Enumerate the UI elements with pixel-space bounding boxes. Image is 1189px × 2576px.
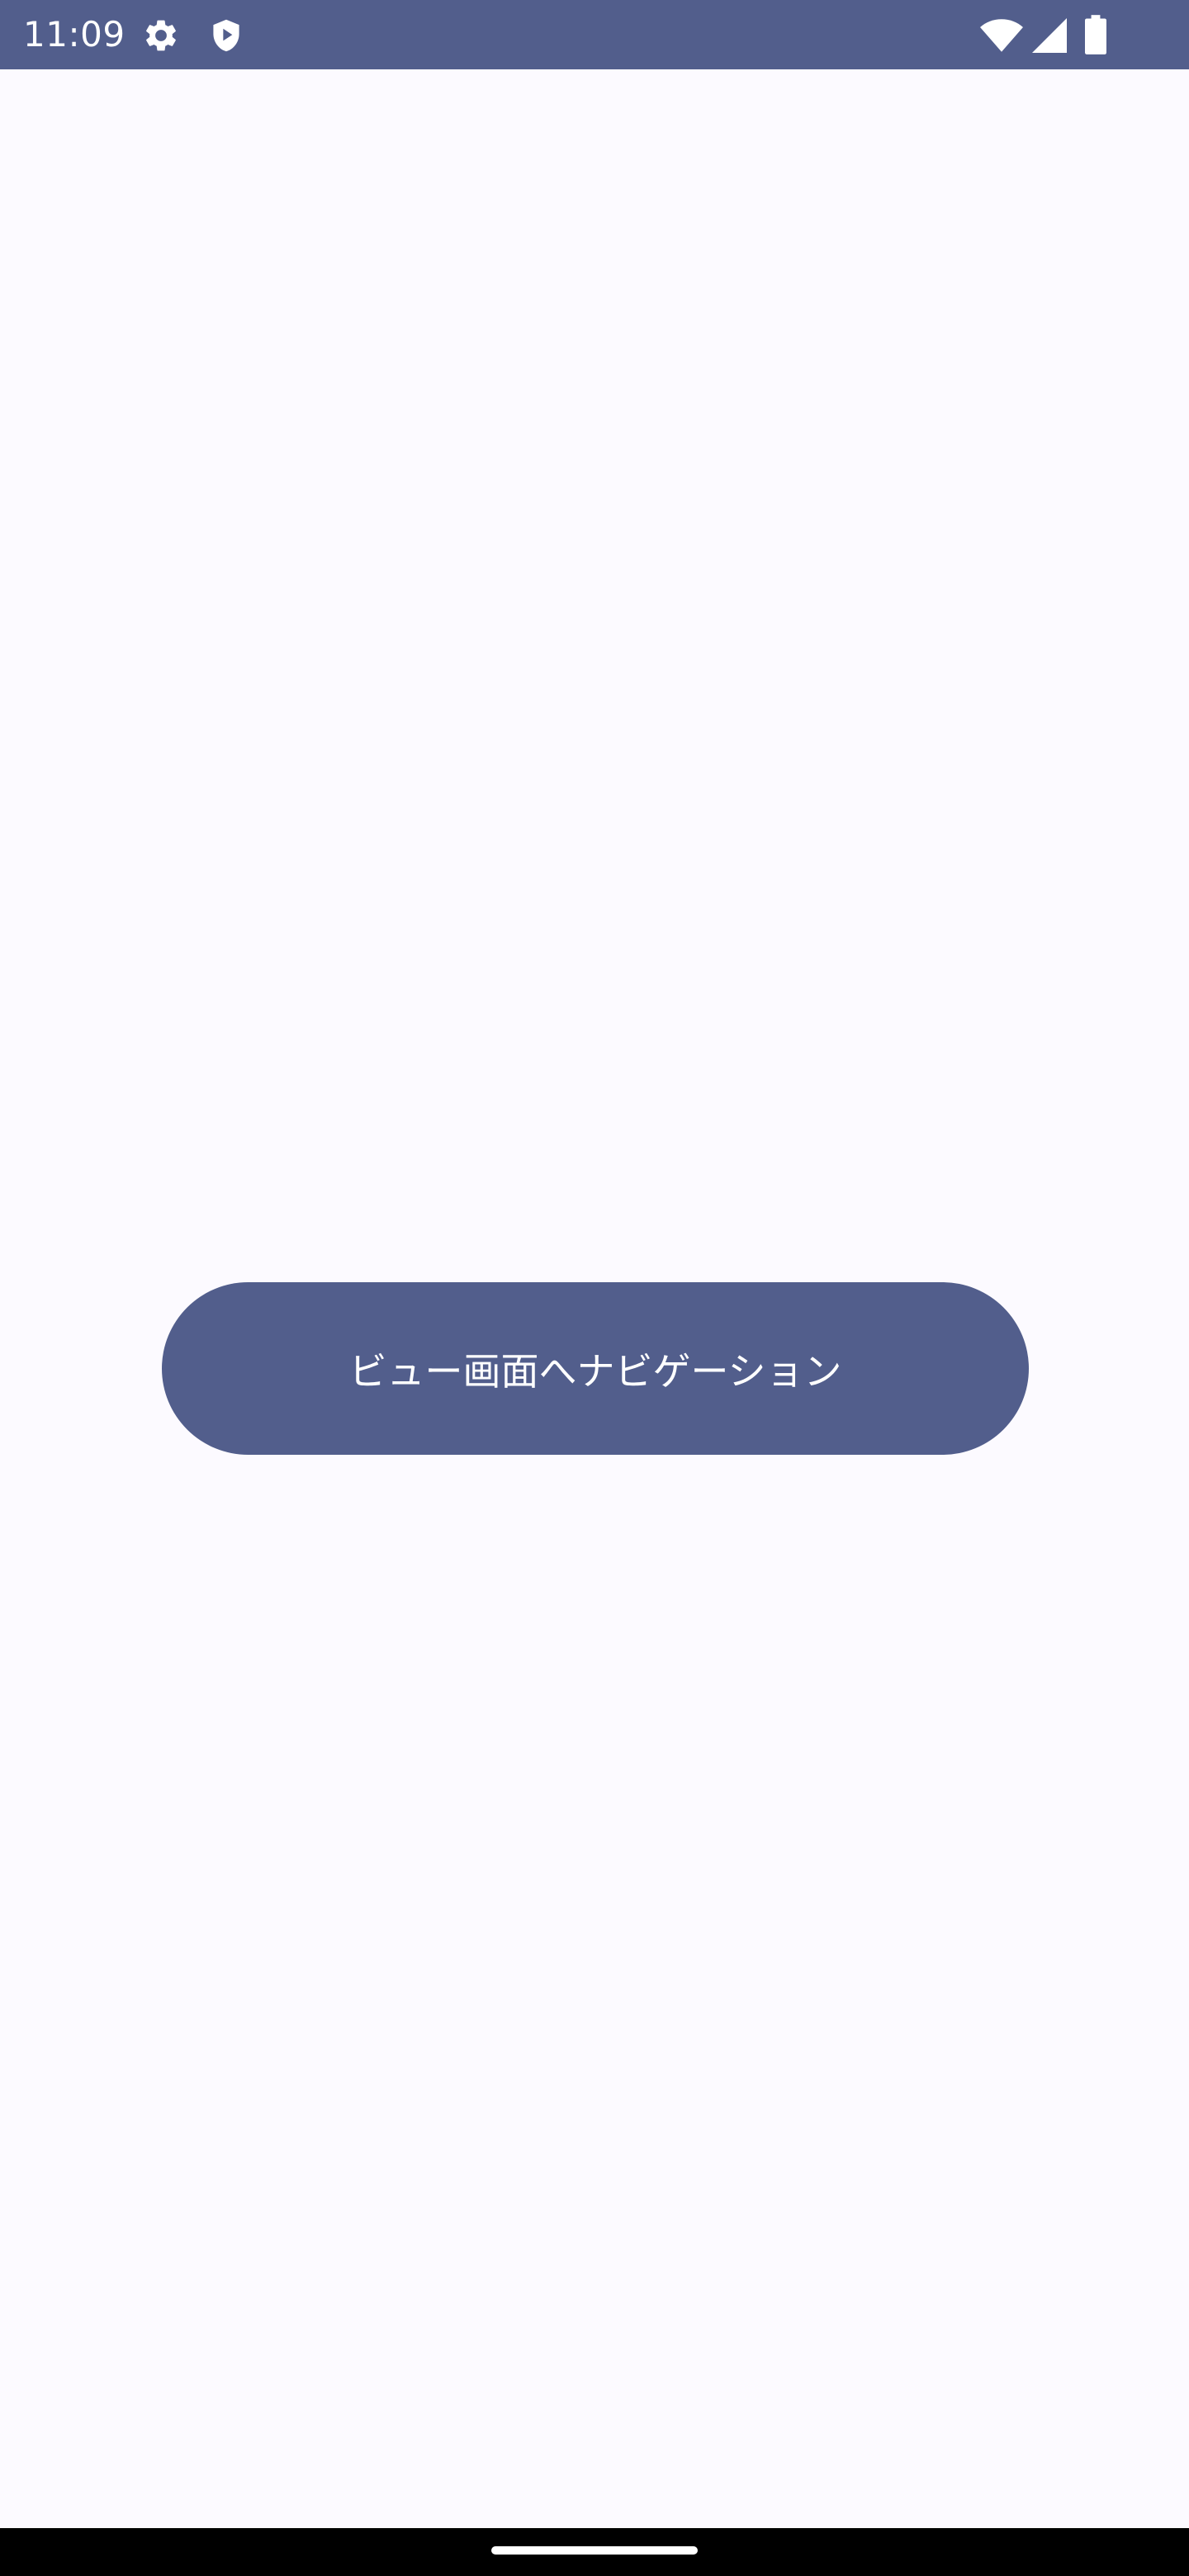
battery-icon — [1085, 15, 1106, 54]
shield-icon — [213, 19, 239, 52]
navigate-to-view-button-label: ビュー画面へナビゲーション — [348, 1348, 842, 1394]
system-navigation-bar — [0, 2528, 1189, 2576]
status-bar: 11:09 — [0, 0, 1189, 69]
navigate-to-view-button[interactable]: ビュー画面へナビゲーション — [162, 1282, 1029, 1455]
gear-icon — [146, 20, 176, 51]
home-indicator[interactable] — [491, 2546, 698, 2555]
app-screen: 11:09 ビュー画面へナビゲーション — [0, 0, 1189, 2576]
status-time: 11:09 — [23, 14, 126, 54]
signal-icon — [1032, 18, 1067, 53]
wifi-icon — [980, 19, 1023, 52]
main-content: ビュー画面へナビゲーション — [0, 69, 1189, 2528]
